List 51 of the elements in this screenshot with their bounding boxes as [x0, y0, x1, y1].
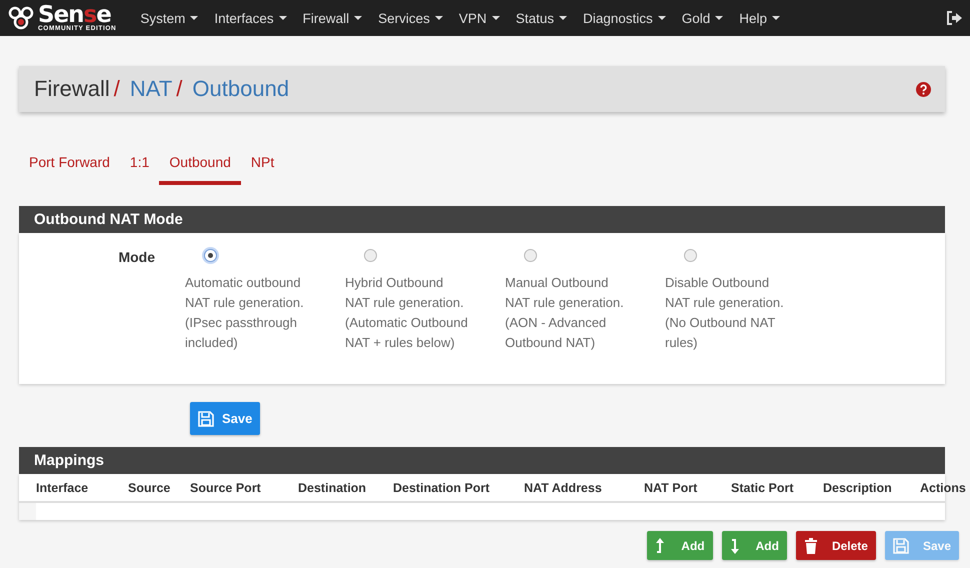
- field-label: Mode: [117, 248, 155, 267]
- option-label: Hybrid Outbound NAT rule generation. (Automatic Outbound NAT + rules below): [345, 274, 468, 352]
- option-label: Automatic outbound NAT rule generation. (IPsec passthrough included): [185, 274, 305, 352]
- tab[interactable]: Outbound: [159, 146, 241, 185]
- logout-icon[interactable]: [946, 11, 962, 25]
- option-label: Disable Outbound NAT rule generation. (No Outbound NAT rules): [665, 274, 785, 352]
- column-header: Description: [823, 480, 893, 494]
- column-header: Actions: [920, 480, 966, 494]
- radio-button[interactable]: [204, 249, 217, 262]
- trash-icon: [804, 538, 818, 554]
- column-header: NAT Port: [644, 480, 698, 494]
- nav-menu[interactable]: Help: [731, 10, 788, 26]
- arrow-down-icon: [730, 538, 742, 554]
- column-header: NAT Address: [524, 480, 603, 494]
- radio-button[interactable]: [684, 249, 697, 262]
- tab[interactable]: 1:1: [120, 146, 160, 185]
- add-top-button[interactable]: Add: [647, 531, 713, 560]
- breadcrumb-link[interactable]: Outbound: [192, 76, 290, 102]
- radio-button[interactable]: [364, 249, 377, 262]
- breadcrumb-separator: /: [114, 76, 120, 102]
- logo-icon: [8, 6, 36, 30]
- nav-menu[interactable]: Gold: [674, 10, 732, 26]
- option-label: Manual Outbound NAT rule generation. (AON - Advanced Outbound NAT): [505, 274, 625, 352]
- nav-menu[interactable]: VPN: [450, 10, 508, 26]
- save-icon: [892, 538, 909, 554]
- nav-menu[interactable]: Services: [370, 10, 451, 26]
- nav-menu[interactable]: System: [132, 10, 206, 26]
- column-header: Interface: [36, 480, 90, 494]
- column-header: Destination: [298, 480, 368, 494]
- nav-menu[interactable]: Interfaces: [206, 10, 295, 26]
- nav-menu[interactable]: Firewall: [294, 10, 370, 26]
- breadcrumb-separator: /: [176, 76, 182, 102]
- column-header: Source: [128, 480, 172, 494]
- save-icon: [198, 410, 214, 426]
- logo-wordmark: Sense: [38, 4, 111, 26]
- breadcrumb-link[interactable]: NAT: [130, 76, 172, 102]
- column-header: Source Port: [190, 480, 262, 494]
- radio-button[interactable]: [524, 249, 537, 262]
- tab[interactable]: NPt: [240, 146, 284, 185]
- nav-menu[interactable]: Diagnostics: [574, 10, 674, 26]
- breadcrumb-text: Firewall: [34, 76, 110, 102]
- tab[interactable]: Port Forward: [19, 146, 120, 185]
- delete-button[interactable]: Delete: [796, 531, 876, 560]
- save-button[interactable]: Save: [190, 402, 260, 435]
- nav-menu[interactable]: Status: [508, 10, 575, 26]
- help-icon[interactable]: [916, 82, 931, 96]
- column-header: Destination Port: [393, 480, 491, 494]
- column-header: Static Port: [731, 480, 795, 494]
- panel-header: Outbound NAT Mode: [19, 206, 945, 233]
- panel-header: Mappings: [19, 447, 945, 474]
- add-bottom-button[interactable]: Add: [722, 531, 787, 560]
